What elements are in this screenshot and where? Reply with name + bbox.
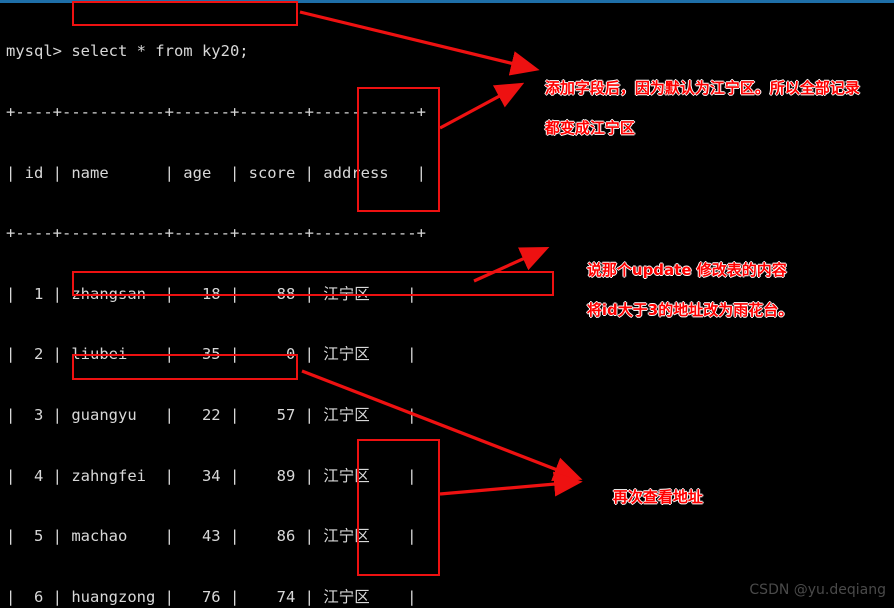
terminal-line: | id | name | age | score | address | [6, 163, 426, 182]
terminal-output[interactable]: mysql> select * from ky20; +----+-------… [6, 1, 566, 608]
terminal-screenshot: mysql> select * from ky20; +----+-------… [0, 0, 894, 608]
terminal-line: +----+-----------+------+-------+-------… [6, 103, 426, 121]
terminal-line: | 1 | zhangsan | 18 | 88 | 江宁区 | [6, 284, 417, 303]
terminal-line: | 5 | machao | 43 | 86 | 江宁区 | [6, 527, 417, 546]
annotation-note-2: 说那个update 修改表的内容 将id大于3的地址改为雨花台。 [566, 240, 793, 340]
terminal-line: +----+-----------+------+-------+-------… [6, 224, 426, 243]
terminal-line: | 2 | liubei | 35 | 0 | 江宁区 | [6, 345, 417, 364]
terminal-line: mysql> select * from ky20; [6, 42, 249, 61]
annotation-note-2-line-2: 将id大于3的地址改为雨花台。 [586, 301, 794, 319]
terminal-line: | 4 | zahngfei | 34 | 89 | 江宁区 | [6, 466, 417, 485]
terminal-line: | 6 | huangzong | 76 | 74 | 江宁区 | [6, 587, 417, 606]
watermark: CSDN @yu.deqiang [749, 582, 886, 598]
annotation-note-1: 添加字段后，因为默认为江宁区。所以全部记录 都变成江宁区 [524, 58, 860, 158]
annotation-note-2-line-1: 说那个update 修改表的内容 [586, 261, 787, 279]
terminal-line: | 3 | guangyu | 22 | 57 | 江宁区 | [6, 405, 417, 424]
annotation-note-1-line-2: 都变成江宁区 [544, 119, 635, 137]
annotation-note-3: 再次查看地址 [592, 467, 703, 527]
annotation-note-3-text: 再次查看地址 [612, 488, 703, 506]
annotation-note-1-line-1: 添加字段后，因为默认为江宁区。所以全部记录 [544, 79, 860, 97]
